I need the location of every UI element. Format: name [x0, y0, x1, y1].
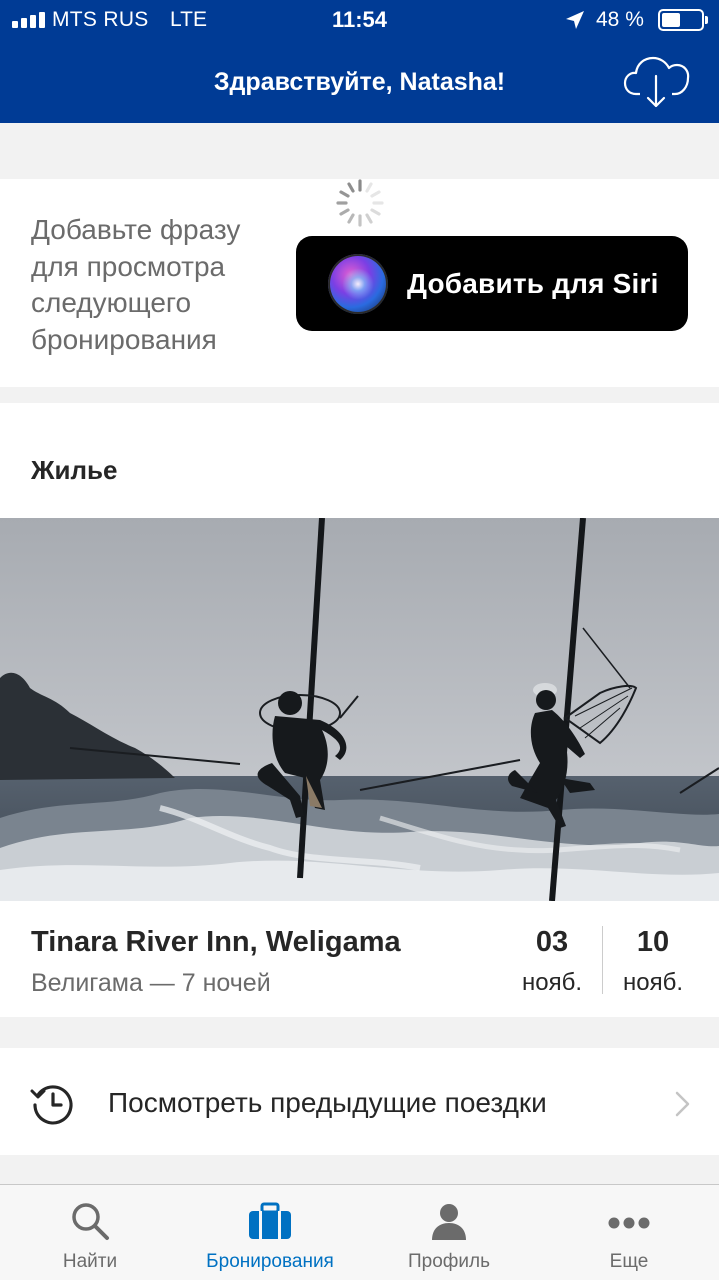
checkout-day: 10 [636, 926, 670, 958]
siri-icon [328, 254, 388, 314]
hotel-photo-image [0, 518, 719, 901]
checkout-date: 10 нояб. [613, 926, 693, 997]
battery-icon [658, 9, 708, 31]
cloud-download-icon[interactable] [622, 50, 692, 110]
hotel-photo[interactable] [0, 518, 719, 901]
hotel-name[interactable]: Tinara River Inn, Weligama [31, 926, 401, 959]
checkin-date: 03 нояб. [512, 926, 592, 997]
hotel-location-nights: Велигама — 7 ночей [31, 969, 271, 997]
battery-percent: 48 % [596, 8, 644, 31]
past-trips-label: Посмотреть предыдущие поездки [108, 1087, 547, 1118]
checkin-month: нояб. [521, 969, 582, 996]
status-bar: MTS RUS LTE 11:54 48 % [0, 0, 719, 40]
history-icon [30, 1085, 73, 1125]
add-to-siri-button[interactable]: Добавить для Siri [296, 236, 688, 331]
tab-more-label: Еще [609, 1251, 649, 1272]
tab-search-label: Найти [62, 1251, 118, 1272]
more-icon [608, 1217, 650, 1229]
tab-profile[interactable]: Профиль [359, 1185, 539, 1280]
tab-more[interactable]: Еще [539, 1185, 719, 1280]
checkout-month: нояб. [622, 969, 683, 996]
tab-bar: Найти Бронирования Профиль Еще [0, 1184, 719, 1280]
profile-icon [432, 1204, 466, 1240]
section-title-stays: Жилье [31, 455, 118, 485]
briefcase-icon [249, 1202, 291, 1239]
tab-bookings-label: Бронирования [206, 1251, 334, 1272]
battery-level [662, 13, 681, 27]
top-bar: MTS RUS LTE 11:54 48 % Здравствуйте, Nat… [0, 0, 719, 123]
tab-profile-label: Профиль [407, 1251, 491, 1272]
loading-spinner-icon [336, 179, 384, 227]
checkin-day: 03 [535, 926, 569, 958]
location-arrow-icon [566, 11, 584, 29]
search-icon [72, 1203, 109, 1240]
tab-bookings[interactable]: Бронирования [180, 1185, 360, 1280]
add-to-siri-label: Добавить для Siri [407, 268, 659, 299]
greeting-title: Здравствуйте, Natasha! [213, 68, 506, 96]
date-divider [602, 926, 603, 994]
chevron-right-icon [675, 1091, 690, 1117]
siri-prompt-text: Добавьте фразу для просмотра следующего … [31, 214, 241, 355]
tab-search[interactable]: Найти [0, 1185, 180, 1280]
